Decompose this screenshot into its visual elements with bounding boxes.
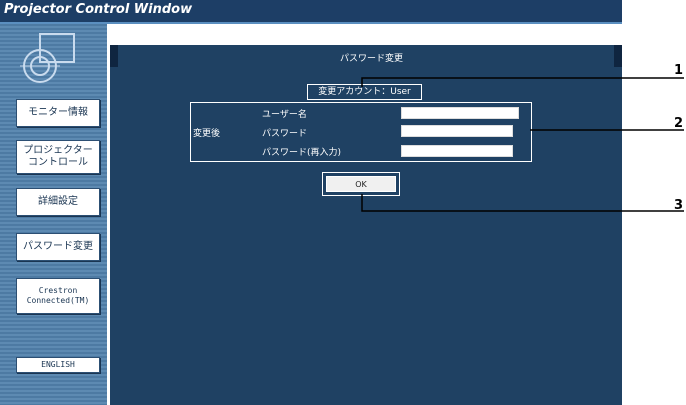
callout-2: 2 — [674, 116, 684, 131]
callout-lines — [361, 77, 684, 212]
callout-3: 3 — [674, 198, 684, 213]
callout-1: 1 — [674, 63, 684, 78]
